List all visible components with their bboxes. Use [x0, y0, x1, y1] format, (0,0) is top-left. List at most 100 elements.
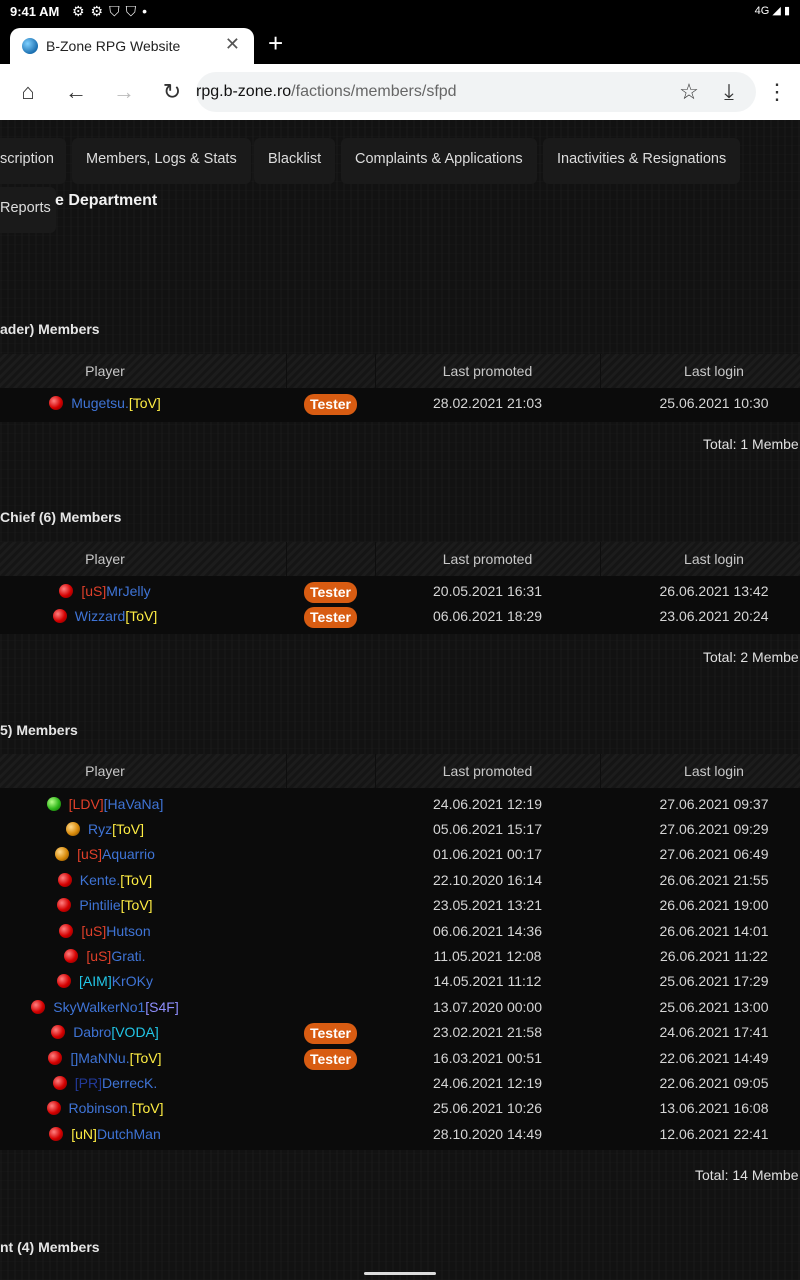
reload-icon[interactable]: ↻ — [158, 78, 186, 106]
clan-tag: [uS] — [81, 583, 107, 599]
home-icon[interactable]: ⌂ — [14, 78, 42, 106]
last-promoted-cell: 11.05.2021 12:08 — [433, 948, 542, 964]
last-login-cell: 27.06.2021 09:29 — [659, 821, 769, 837]
address-bar[interactable]: rpg.b-zone.ro/factions/members/sfpd — [196, 72, 756, 112]
player-name-link[interactable]: Grati. — [111, 948, 145, 964]
clan-suffix: [VODA] — [111, 1024, 159, 1040]
status-dot-icon — [57, 873, 72, 887]
column-header-last-promoted: Last promoted — [442, 363, 533, 379]
site-favicon-icon — [22, 38, 38, 54]
player-name-link[interactable]: Pintilie — [79, 897, 120, 913]
status-dot-icon — [52, 1076, 67, 1090]
status-dot-icon — [49, 396, 64, 410]
column-divider — [286, 354, 287, 388]
table-header: Player Last promoted Last login — [0, 754, 800, 788]
status-dot-icon — [51, 1025, 66, 1039]
status-dot-icon — [31, 1000, 46, 1014]
table-row: Pintilie[ToV] 23.05.2021 13:21 26.06.2021 … — [0, 894, 800, 919]
nav-tab-label: Inactivities & Resignations — [557, 151, 727, 167]
forward-arrow-icon[interactable]: → — [110, 78, 138, 106]
player-cell: [uS]Aquarrio — [0, 846, 210, 862]
url-host: rpg.b-zone.ro — [196, 83, 292, 100]
more-menu-icon[interactable]: ⋮ — [763, 78, 791, 106]
clan-suffix: [S4F] — [145, 999, 179, 1015]
status-dot-icon — [49, 1127, 64, 1141]
player-cell: Ryz[ToV] — [0, 821, 210, 837]
close-tab-icon[interactable]: ✕ — [225, 34, 240, 55]
column-divider — [600, 354, 601, 388]
last-promoted-cell: 24.06.2021 12:19 — [433, 796, 542, 812]
table-row: []MaNNu.[ToV] Tester 16.03.2021 00:51 22.06… — [0, 1047, 800, 1072]
player-name-link[interactable]: Wizzard — [75, 608, 126, 624]
player-cell: [uS]MrJelly — [0, 583, 210, 599]
nav-tab-label: scription — [0, 151, 54, 167]
column-header-player: Player — [85, 363, 125, 379]
last-login-cell: 26.06.2021 11:22 — [660, 948, 768, 964]
column-divider — [286, 542, 287, 576]
nav-tab-inactivities[interactable]: Inactivities & Resignations — [543, 138, 741, 184]
last-promoted-cell: 24.06.2021 12:19 — [433, 1075, 542, 1091]
signal-icon: ◢ — [772, 5, 781, 17]
last-login-cell: 26.06.2021 19:00 — [659, 897, 769, 913]
player-name-link[interactable]: SkyWalkerNo1 — [53, 999, 145, 1015]
last-login-cell: 23.06.2021 20:24 — [659, 608, 769, 624]
clan-suffix: [ToV] — [131, 1100, 164, 1116]
new-tab-icon[interactable]: + — [268, 28, 283, 59]
last-login-cell: 24.06.2021 17:41 — [659, 1024, 769, 1040]
clan-tag: [PR] — [74, 1075, 102, 1091]
player-name-link[interactable]: [HaVaNa] — [104, 796, 164, 812]
nav-tab-reports[interactable]: Reports — [0, 187, 56, 233]
clan-suffix: [ToV] — [120, 872, 153, 888]
player-cell: [uS]Hutson — [0, 923, 210, 939]
player-name-link[interactable]: KrOKy — [112, 973, 153, 989]
player-name-link[interactable]: DutchMan — [97, 1126, 161, 1142]
nav-tab-description[interactable]: scription — [0, 138, 66, 184]
section-title: nt (4) Members — [0, 1239, 100, 1255]
last-login-cell: 26.06.2021 14:01 — [659, 923, 769, 939]
clan-suffix: [ToV] — [128, 395, 161, 411]
download-icon[interactable]: ⤓ — [715, 78, 743, 106]
player-name-link[interactable]: Mugetsu. — [71, 395, 129, 411]
browser-tab[interactable]: B-Zone RPG Website ✕ — [10, 28, 254, 64]
nav-tab-label: Complaints & Applications — [355, 151, 523, 167]
column-header-player: Player — [85, 763, 125, 779]
total-members-text: Total: 2 Membe — [703, 649, 799, 665]
player-name-link[interactable]: MrJelly — [106, 583, 150, 599]
player-name-link[interactable]: []MaNNu. — [70, 1050, 129, 1066]
player-name-link[interactable]: Aquarrio — [102, 846, 155, 862]
back-arrow-icon[interactable]: ← — [62, 78, 90, 106]
bookmark-star-icon[interactable]: ☆ — [675, 78, 703, 106]
table-body: [LDV][HaVaNa] 24.06.2021 12:19 27.06.2021 … — [0, 788, 800, 1150]
last-promoted-cell: 16.03.2021 00:51 — [433, 1050, 542, 1066]
column-header-last-promoted: Last promoted — [442, 551, 533, 567]
column-header-badge — [286, 542, 375, 576]
player-name-link[interactable]: Dabro — [73, 1024, 111, 1040]
status-time: 9:41 AM — [10, 4, 60, 19]
column-header-badge — [286, 354, 375, 388]
last-promoted-cell: 14.05.2021 11:12 — [433, 973, 542, 989]
status-dot-icon — [46, 1101, 61, 1115]
tab-title: B-Zone RPG Website — [46, 38, 181, 54]
player-name-link[interactable]: Robinson. — [69, 1100, 132, 1116]
nav-tab-members[interactable]: Members, Logs & Stats — [72, 138, 251, 184]
player-cell: SkyWalkerNo1[S4F] — [0, 999, 210, 1015]
column-divider — [375, 354, 376, 388]
nav-tab-blacklist[interactable]: Blacklist — [254, 138, 336, 184]
player-name-link[interactable]: DerrecK. — [102, 1075, 157, 1091]
last-login-cell: 12.06.2021 22:41 — [659, 1126, 769, 1142]
table-row: Kente.[ToV] 22.10.2020 16:14 26.06.2021 21… — [0, 869, 800, 894]
player-name-link[interactable]: Kente. — [80, 872, 120, 888]
player-name-link[interactable]: Hutson — [106, 923, 150, 939]
last-login-cell: 27.06.2021 06:49 — [659, 846, 769, 862]
clan-tag: [uS] — [81, 923, 107, 939]
player-name-link[interactable]: Ryz — [88, 821, 112, 837]
table-row: [LDV][HaVaNa] 24.06.2021 12:19 27.06.2021 … — [0, 793, 800, 818]
column-divider — [600, 542, 601, 576]
table-row: Dabro[VODA] Tester 23.02.2021 21:58 24.06.2… — [0, 1021, 800, 1046]
network-type: 4G — [754, 5, 770, 17]
nav-tab-label: Blacklist — [268, 151, 322, 167]
column-divider — [375, 754, 376, 788]
table-body: [uS]MrJelly Tester 20.05.2021 16:31 26.06.2… — [0, 576, 800, 634]
url-text[interactable]: rpg.b-zone.ro/factions/members/sfpd — [196, 83, 457, 101]
nav-tab-complaints[interactable]: Complaints & Applications — [341, 138, 537, 184]
